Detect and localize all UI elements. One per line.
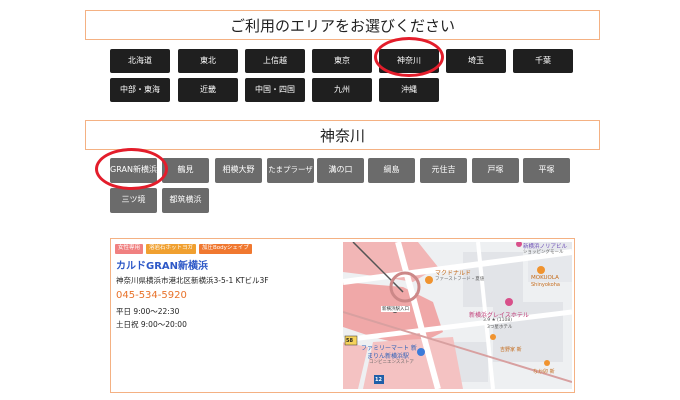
shop-card: 女性専用 溶岩石ホットヨガ 加圧Bodyシェイプ カルドGRAN新横浜 神奈川県…	[110, 238, 575, 393]
mokuola-icon	[537, 266, 545, 274]
store-button-tsunashima[interactable]: 綱島	[368, 158, 415, 183]
map-label-prism-sub: ショッピングモール	[523, 250, 564, 255]
area-button-kanagawa[interactable]: 神奈川	[379, 49, 439, 73]
familymart-icon	[417, 348, 425, 356]
area-button-kyushu[interactable]: 九州	[312, 78, 372, 102]
area-button-chiba[interactable]: 千葉	[513, 49, 573, 73]
shop-tags: 女性専用 溶岩石ホットヨガ 加圧Bodyシェイプ	[115, 244, 252, 254]
area-button-chubu-tokai[interactable]: 中部・東海	[110, 78, 170, 102]
shop-name-link[interactable]: カルドGRAN新横浜	[116, 257, 208, 272]
area-button-chugoku-shikoku[interactable]: 中国・四国	[245, 78, 305, 102]
store-button-hiratsuka[interactable]: 平塚	[523, 158, 570, 183]
nakau-icon	[544, 360, 550, 366]
area-button-kinki[interactable]: 近畿	[178, 78, 238, 102]
map-label-mokuola-sub: Shinyokoha	[531, 282, 560, 288]
tag-lava-hot-yoga: 溶岩石ホットヨガ	[146, 244, 197, 254]
area-button-saitama[interactable]: 埼玉	[446, 49, 506, 73]
store-button-tama-plaza[interactable]: たまプラーザ	[267, 158, 314, 183]
map-label-mcdonalds-sub: ファーストフード・夏値	[435, 277, 485, 282]
map-label-route-58: 58	[346, 338, 353, 344]
shop-map[interactable]: 新横浜ノリアビル ショッピングモール マクドナルド ファーストフード・夏値 MO…	[343, 242, 572, 389]
map-label-mokuola: MOKUOLA	[531, 275, 559, 281]
area-button-hokkaido[interactable]: 北海道	[110, 49, 170, 73]
sub-area-title: 神奈川	[319, 126, 365, 145]
sub-area-header: 神奈川	[85, 120, 600, 150]
area-button-okinawa[interactable]: 沖縄	[379, 78, 439, 102]
map-label-nakau: なか卯 新	[533, 369, 555, 375]
store-button-mizonokuchi[interactable]: 溝の口	[317, 158, 364, 183]
store-button-tsurumi[interactable]: 鶴見	[162, 158, 209, 183]
map-label-hotel-class: 3つ星ホテル	[487, 325, 513, 330]
store-button-totsuka[interactable]: 戸塚	[472, 158, 519, 183]
store-button-sagami-ono[interactable]: 相模大野	[215, 158, 262, 183]
tag-kaatsu-body-shape: 加圧Bodyシェイプ	[199, 244, 252, 254]
store-button-mitsukyo[interactable]: 三ツ境	[110, 188, 157, 213]
area-button-tohoku[interactable]: 東北	[178, 49, 238, 73]
store-button-tsuzuki-yokohama[interactable]: 都筑横浜	[162, 188, 209, 213]
store-button-gran-shinyokohama[interactable]: GRAN新横浜	[110, 158, 157, 183]
area-select-header: ご利用のエリアをお選びください	[85, 10, 600, 40]
hotel-icon	[505, 298, 513, 306]
store-button-motosumiyoshi[interactable]: 元住吉	[420, 158, 467, 183]
shop-tel-link[interactable]: 045-534-5920	[116, 290, 187, 301]
mcdonalds-icon	[425, 276, 433, 284]
tag-women-only: 女性専用	[115, 244, 144, 254]
shop-hours-weekday: 平日 9:00〜22:30	[116, 307, 180, 316]
yoshinoya-icon	[490, 334, 496, 340]
map-svg	[343, 242, 572, 389]
map-label-yoshinoya: 吉野家 新	[500, 347, 522, 353]
map-label-hotel-rating: 3.9 ★ (1108)	[483, 318, 513, 323]
area-button-joshinetsu[interactable]: 上信越	[245, 49, 305, 73]
area-button-tokyo[interactable]: 東京	[312, 49, 372, 73]
shop-hours-weekend: 土日祝 9:00〜20:00	[116, 320, 187, 329]
map-label-station-entrance: 新横浜駅入口	[381, 306, 410, 312]
map-label-familymart-sub: コンビニエンスストア	[369, 360, 414, 365]
shop-address: 神奈川県横浜市港北区新横浜3-5-1 KTビル3F	[116, 276, 269, 285]
map-label-route-12: 12	[375, 377, 382, 383]
area-select-title: ご利用のエリアをお選びください	[229, 16, 455, 35]
